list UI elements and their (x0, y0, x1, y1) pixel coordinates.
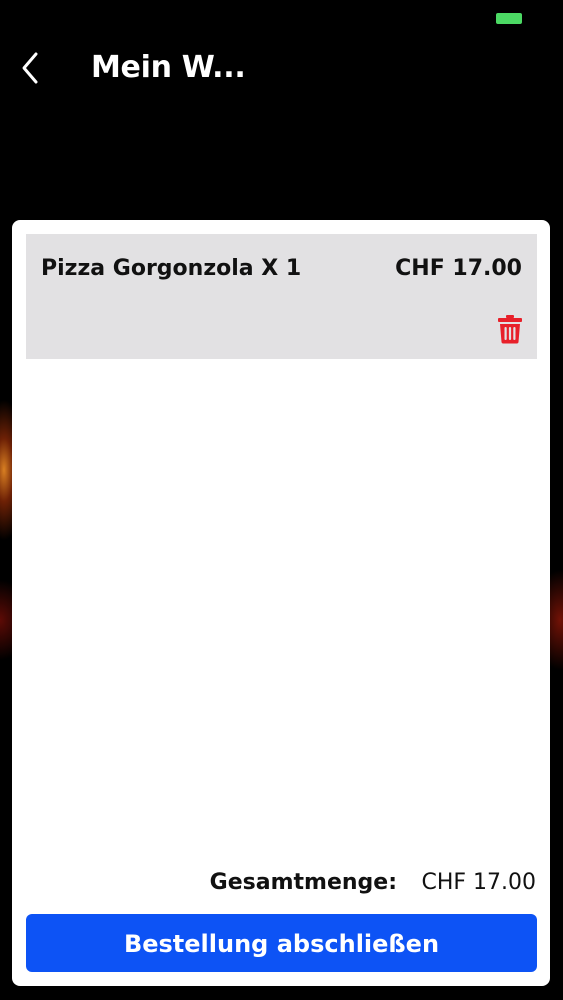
cart-item: Pizza Gorgonzola X 1 CHF 17.00 (26, 234, 537, 359)
trash-icon (497, 314, 523, 344)
delete-item-button[interactable] (497, 314, 523, 344)
cart-item-price: CHF 17.00 (395, 256, 522, 281)
battery-icon (496, 13, 522, 24)
back-button[interactable] (12, 48, 52, 88)
checkout-button[interactable]: Bestellung abschließen (26, 914, 537, 972)
cart-item-name: Pizza Gorgonzola X 1 (41, 256, 302, 281)
top-bar: Mein W... (0, 40, 563, 100)
total-value: CHF 17.00 (421, 870, 536, 895)
total-row: Gesamtmenge: CHF 17.00 (12, 870, 550, 900)
total-label: Gesamtmenge: (209, 870, 397, 895)
page-title: Mein W... (91, 50, 246, 85)
cart-panel: Pizza Gorgonzola X 1 CHF 17.00 Gesamtmen… (12, 220, 550, 986)
chevron-left-icon (12, 48, 52, 88)
